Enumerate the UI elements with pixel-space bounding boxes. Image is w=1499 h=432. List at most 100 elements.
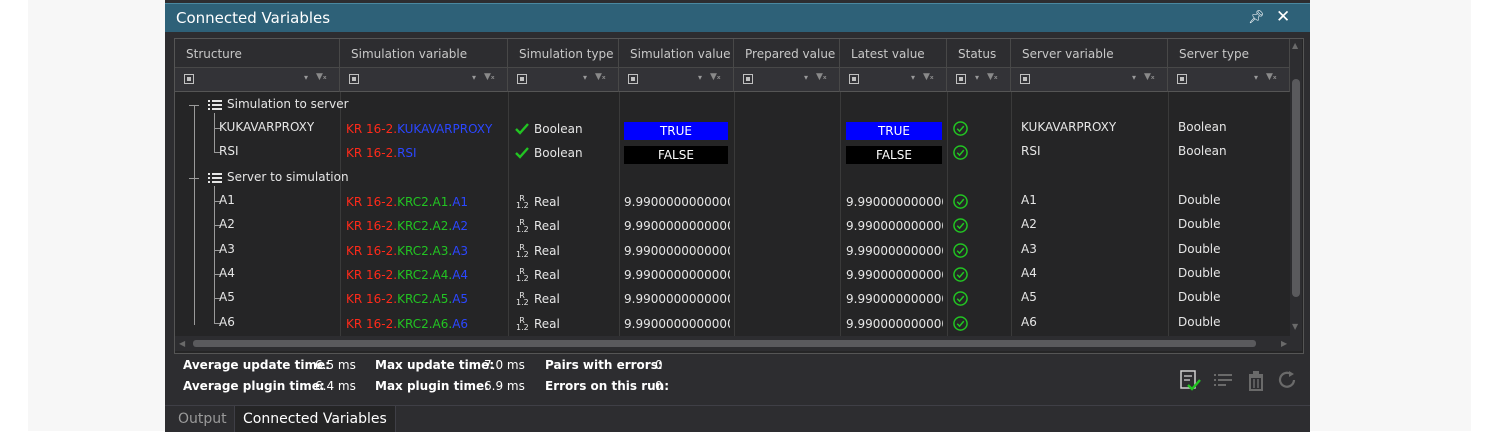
- filter-dropdown-icon[interactable]: ▾: [804, 73, 808, 82]
- row-server-variable[interactable]: A2: [1021, 217, 1037, 231]
- column-header-7[interactable]: Server variable: [1011, 39, 1168, 68]
- group-label[interactable]: Simulation to server: [227, 97, 349, 111]
- row-latest-value[interactable]: 9.9900000000000(: [846, 317, 943, 331]
- filter-dropdown-icon[interactable]: ▾: [583, 73, 587, 82]
- row-simulation-variable[interactable]: KR 16-2.KUKAVARPROXY: [346, 122, 506, 136]
- row-structure-name[interactable]: RSI: [219, 144, 239, 158]
- row-simulation-value[interactable]: 9.99000000000000(: [624, 219, 730, 233]
- row-simulation-type[interactable]: Real: [534, 292, 560, 306]
- clear-filter-icon[interactable]: ▼ₓ: [484, 72, 495, 82]
- row-server-type[interactable]: Double: [1178, 315, 1221, 329]
- tab-connected-variables[interactable]: Connected Variables: [234, 406, 396, 432]
- row-simulation-type[interactable]: Real: [534, 268, 560, 282]
- row-latest-value[interactable]: 9.9900000000000(: [846, 244, 943, 258]
- row-simulation-variable[interactable]: KR 16-2.KRC2.A5.A5: [346, 292, 506, 306]
- row-server-type[interactable]: Double: [1178, 266, 1221, 280]
- horizontal-scroll-thumb[interactable]: [193, 340, 1256, 347]
- pin-icon[interactable]: 📌︎: [1248, 10, 1265, 25]
- row-server-type[interactable]: Double: [1178, 193, 1221, 207]
- column-header-5[interactable]: Latest value: [840, 39, 947, 68]
- row-latest-value[interactable]: 9.9900000000000(: [846, 219, 943, 233]
- clear-filter-icon[interactable]: ▼ₓ: [816, 72, 827, 82]
- row-latest-value[interactable]: TRUE: [846, 122, 942, 140]
- filter-checkbox[interactable]: [628, 74, 638, 84]
- clear-filter-icon[interactable]: ▼ₓ: [316, 72, 327, 82]
- column-header-3[interactable]: Simulation value: [619, 39, 734, 68]
- column-filter-3[interactable]: ▾ ▼ₓ: [619, 68, 734, 92]
- clear-filter-icon[interactable]: ▼ₓ: [710, 72, 721, 82]
- row-server-type[interactable]: Boolean: [1178, 120, 1227, 134]
- vertical-scroll-thumb[interactable]: [1292, 79, 1300, 297]
- row-simulation-type[interactable]: Boolean: [534, 146, 583, 160]
- row-structure-name[interactable]: KUKAVARPROXY: [219, 120, 314, 134]
- row-simulation-variable[interactable]: KR 16-2.RSI: [346, 146, 506, 160]
- column-header-0[interactable]: Structure: [175, 39, 340, 68]
- row-latest-value[interactable]: 9.9900000000000(: [846, 195, 943, 209]
- column-filter-8[interactable]: ▾ ▼ₓ: [1168, 68, 1290, 92]
- vertical-scrollbar[interactable]: ▲ ▼: [1290, 39, 1302, 336]
- row-server-variable[interactable]: A5: [1021, 290, 1037, 304]
- column-header-4[interactable]: Prepared value: [734, 39, 840, 68]
- column-header-6[interactable]: Status: [947, 39, 1011, 68]
- row-simulation-variable[interactable]: KR 16-2.KRC2.A4.A4: [346, 268, 506, 282]
- clear-filter-icon[interactable]: ▼ₓ: [595, 72, 606, 82]
- refresh-icon[interactable]: [1276, 369, 1298, 391]
- row-simulation-type[interactable]: Real: [534, 317, 560, 331]
- row-simulation-type[interactable]: Boolean: [534, 122, 583, 136]
- row-simulation-value[interactable]: 9.99000000000000(: [624, 195, 730, 209]
- row-simulation-variable[interactable]: KR 16-2.KRC2.A1.A1: [346, 195, 506, 209]
- clear-filter-icon[interactable]: ▼ₓ: [987, 72, 998, 82]
- filter-checkbox[interactable]: [1020, 74, 1030, 84]
- filter-dropdown-icon[interactable]: ▾: [472, 73, 476, 82]
- row-simulation-value[interactable]: 9.99000000000000(: [624, 292, 730, 306]
- filter-checkbox[interactable]: [1177, 74, 1187, 84]
- row-simulation-value[interactable]: 9.99000000000000(: [624, 244, 730, 258]
- filter-dropdown-icon[interactable]: ▾: [304, 73, 308, 82]
- column-filter-4[interactable]: ▾ ▼ₓ: [734, 68, 840, 92]
- row-simulation-variable[interactable]: KR 16-2.KRC2.A6.A6: [346, 317, 506, 331]
- row-server-variable[interactable]: A3: [1021, 242, 1037, 256]
- row-simulation-type[interactable]: Real: [534, 219, 560, 233]
- row-simulation-value[interactable]: TRUE: [624, 122, 728, 140]
- clear-filter-icon[interactable]: ▼ₓ: [1144, 72, 1155, 82]
- group-label[interactable]: Server to simulation: [227, 170, 349, 184]
- filter-checkbox[interactable]: [349, 74, 359, 84]
- tab-output[interactable]: Output: [170, 406, 235, 432]
- row-server-variable[interactable]: RSI: [1021, 144, 1041, 158]
- row-server-type[interactable]: Double: [1178, 217, 1221, 231]
- column-filter-1[interactable]: ▾ ▼ₓ: [340, 68, 508, 92]
- row-simulation-value[interactable]: 9.99000000000000(: [624, 317, 730, 331]
- filter-dropdown-icon[interactable]: ▾: [698, 73, 702, 82]
- filter-checkbox[interactable]: [956, 74, 966, 84]
- horizontal-scrollbar[interactable]: ◀ ▶: [175, 336, 1302, 351]
- row-simulation-variable[interactable]: KR 16-2.KRC2.A3.A3: [346, 244, 506, 258]
- row-simulation-value[interactable]: 9.99000000000000(: [624, 268, 730, 282]
- scroll-down-icon[interactable]: ▼: [1292, 322, 1298, 331]
- column-filter-7[interactable]: ▾ ▼ₓ: [1011, 68, 1168, 92]
- row-structure-name[interactable]: A2: [219, 217, 235, 231]
- row-server-variable[interactable]: A6: [1021, 315, 1037, 329]
- row-structure-name[interactable]: A1: [219, 193, 235, 207]
- filter-dropdown-icon[interactable]: ▾: [975, 73, 979, 82]
- row-simulation-value[interactable]: FALSE: [624, 146, 728, 164]
- scroll-left-icon[interactable]: ◀: [179, 339, 185, 348]
- row-simulation-type[interactable]: Real: [534, 244, 560, 258]
- filter-checkbox[interactable]: [517, 74, 527, 84]
- row-simulation-variable[interactable]: KR 16-2.KRC2.A2.A2: [346, 219, 506, 233]
- row-structure-name[interactable]: A6: [219, 315, 235, 329]
- column-header-8[interactable]: Server type: [1168, 39, 1290, 68]
- scroll-up-icon[interactable]: ▲: [1292, 41, 1298, 50]
- close-icon[interactable]: ✕: [1276, 7, 1290, 27]
- filter-dropdown-icon[interactable]: ▾: [911, 73, 915, 82]
- row-simulation-type[interactable]: Real: [534, 195, 560, 209]
- row-server-type[interactable]: Boolean: [1178, 144, 1227, 158]
- row-server-variable[interactable]: A1: [1021, 193, 1037, 207]
- column-header-2[interactable]: Simulation type: [508, 39, 619, 68]
- column-filter-0[interactable]: ▾ ▼ₓ: [175, 68, 340, 92]
- row-server-type[interactable]: Double: [1178, 242, 1221, 256]
- row-latest-value[interactable]: 9.9900000000000(: [846, 292, 943, 306]
- row-latest-value[interactable]: FALSE: [846, 146, 942, 164]
- filter-checkbox[interactable]: [849, 74, 859, 84]
- clear-filter-icon[interactable]: ▼ₓ: [923, 72, 934, 82]
- list-edit-icon[interactable]: [1212, 369, 1234, 391]
